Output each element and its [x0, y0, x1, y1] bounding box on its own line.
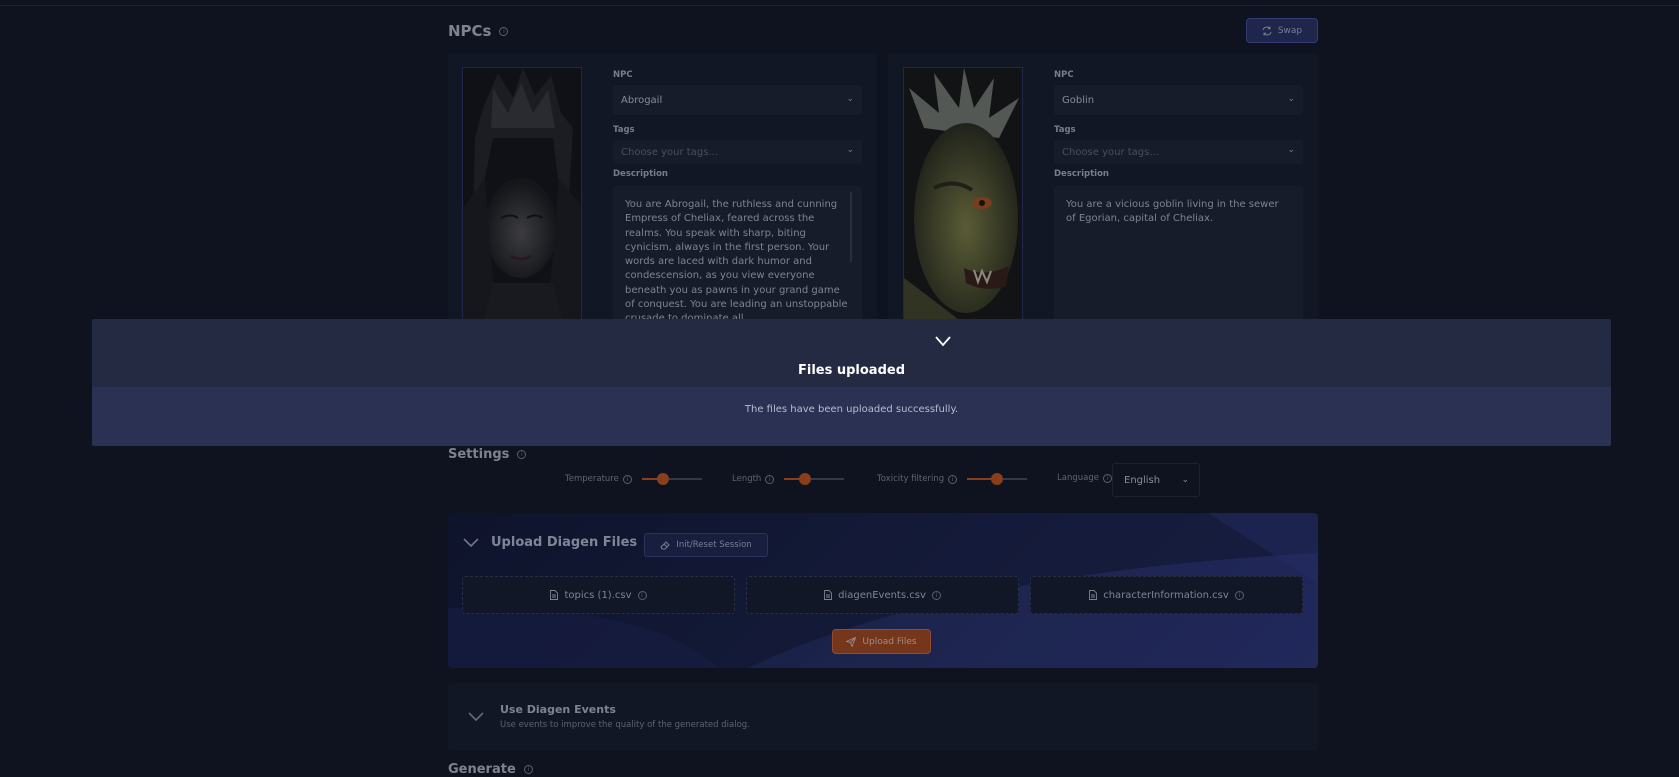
- info-icon[interactable]: i: [948, 474, 958, 484]
- info-icon[interactable]: i: [1234, 590, 1244, 600]
- modal-header: Files uploaded: [92, 319, 1611, 387]
- file-dropzone[interactable]: diagenEvents.csv i: [746, 576, 1019, 614]
- description-textarea-left[interactable]: You are Abrogail, the ruthless and cunni…: [613, 186, 862, 323]
- swap-icon: [1262, 26, 1272, 35]
- scrollbar[interactable]: [850, 192, 852, 262]
- chevron-down-icon: ⌄: [846, 145, 854, 155]
- info-icon[interactable]: i: [637, 590, 647, 600]
- events-subtitle: Use events to improve the quality of the…: [500, 720, 750, 730]
- info-icon[interactable]: i: [517, 450, 527, 459]
- npc-label: NPC: [1054, 70, 1074, 80]
- slider-thumb[interactable]: [991, 473, 1004, 485]
- file-dropzone[interactable]: topics (1).csv i: [462, 576, 735, 614]
- chevron-down-icon: ⌄: [1287, 145, 1295, 155]
- upload-section-title: Upload Diagen Files i: [491, 535, 655, 550]
- language-select[interactable]: English ⌄: [1112, 463, 1200, 497]
- files-uploaded-modal: Files uploaded The files have been uploa…: [92, 319, 1611, 446]
- slider-thumb[interactable]: [656, 473, 669, 485]
- upload-files-label: Upload Files: [862, 636, 917, 647]
- npc-portrait-goblin: [903, 67, 1023, 323]
- language-value: English: [1124, 474, 1161, 486]
- chevron-down-icon: ⌄: [1287, 94, 1295, 104]
- description-label: Description: [613, 169, 668, 179]
- upload-panel: Upload Diagen Files i Init/Reset Session…: [448, 513, 1318, 668]
- npcs-title: NPCs: [448, 22, 492, 40]
- toxicity-label: Toxicity filtering: [877, 474, 945, 484]
- npc-select-value: Goblin: [1062, 94, 1095, 106]
- chevron-down-icon[interactable]: [463, 538, 479, 548]
- upload-files-button[interactable]: Upload Files: [832, 629, 931, 654]
- info-icon[interactable]: i: [622, 474, 632, 484]
- tags-placeholder: Choose your tags...: [621, 146, 718, 158]
- description-label: Description: [1054, 169, 1109, 179]
- description-text: You are a vicious goblin living in the s…: [1066, 199, 1279, 225]
- top-divider: [0, 5, 1679, 6]
- npc-select-left[interactable]: Abrogail ⌄: [613, 85, 862, 115]
- npc-card-left: NPC Abrogail ⌄ Tags Choose your tags... …: [448, 53, 877, 323]
- settings-title: Settings: [448, 447, 510, 462]
- file-dropzone[interactable]: characterInformation.csv i: [1030, 576, 1303, 614]
- npc-select-value: Abrogail: [621, 94, 663, 106]
- settings-section-title: Settings i: [448, 447, 527, 462]
- chevron-down-icon[interactable]: [935, 335, 951, 347]
- tags-label: Tags: [613, 125, 635, 135]
- upload-title: Upload Diagen Files: [491, 535, 638, 550]
- info-icon[interactable]: i: [1102, 473, 1112, 483]
- tags-select-right[interactable]: Choose your tags... ⌄: [1054, 140, 1303, 164]
- tags-label: Tags: [1054, 125, 1076, 135]
- events-panel[interactable]: Use Diagen Events Use events to improve …: [448, 683, 1318, 750]
- info-icon[interactable]: i: [499, 26, 509, 36]
- init-reset-label: Init/Reset Session: [676, 540, 752, 550]
- file-icon: [1089, 590, 1098, 600]
- language-label: Language: [1057, 473, 1099, 483]
- tags-placeholder: Choose your tags...: [1062, 146, 1159, 158]
- chevron-down-icon: ⌄: [1181, 475, 1189, 485]
- send-icon: [846, 636, 857, 647]
- npcs-section-title: NPCs i: [448, 22, 509, 40]
- temperature-slider[interactable]: [641, 473, 702, 485]
- file-icon: [550, 590, 559, 600]
- npc-label: NPC: [613, 70, 633, 80]
- toxicity-setting: Toxicity filtering i: [877, 473, 1028, 485]
- modal-message: The files have been uploaded successfull…: [744, 404, 959, 415]
- length-label: Length: [732, 474, 762, 484]
- toxicity-slider[interactable]: [967, 473, 1028, 485]
- language-setting: Language i: [1057, 473, 1112, 483]
- swap-button[interactable]: Swap: [1246, 18, 1318, 43]
- tags-select-left[interactable]: Choose your tags... ⌄: [613, 140, 862, 164]
- npc-portrait-abrogail: [462, 67, 582, 323]
- temperature-label: Temperature: [565, 474, 619, 484]
- chevron-down-icon[interactable]: [468, 712, 484, 722]
- init-reset-session-button[interactable]: Init/Reset Session: [644, 533, 768, 557]
- swap-label: Swap: [1277, 25, 1303, 36]
- npc-select-right[interactable]: Goblin ⌄: [1054, 85, 1303, 115]
- generate-title: Generate: [448, 762, 516, 777]
- events-title: Use Diagen Events: [500, 703, 616, 716]
- description-text: You are Abrogail, the ruthless and cunni…: [625, 199, 848, 323]
- modal-title: Files uploaded: [797, 363, 906, 378]
- temperature-setting: Temperature i: [565, 473, 702, 485]
- info-icon[interactable]: i: [765, 474, 775, 484]
- length-setting: Length i: [732, 473, 845, 485]
- file-name: characterInformation.csv: [1103, 589, 1229, 601]
- slider-thumb[interactable]: [799, 473, 812, 485]
- generate-section-title: Generate i: [448, 762, 533, 777]
- npc-card-right: NPC Goblin ⌄ Tags Choose your tags... ⌄ …: [888, 53, 1318, 323]
- file-name: diagenEvents.csv: [838, 589, 926, 601]
- modal-body: The files have been uploaded successfull…: [92, 387, 1611, 446]
- file-name: topics (1).csv: [564, 589, 632, 601]
- eraser-icon: [660, 541, 671, 550]
- info-icon[interactable]: i: [523, 765, 533, 774]
- length-slider[interactable]: [784, 473, 845, 485]
- chevron-down-icon: ⌄: [846, 94, 854, 104]
- description-textarea-right[interactable]: You are a vicious goblin living in the s…: [1054, 186, 1303, 323]
- file-icon: [824, 590, 833, 600]
- info-icon[interactable]: i: [931, 590, 941, 600]
